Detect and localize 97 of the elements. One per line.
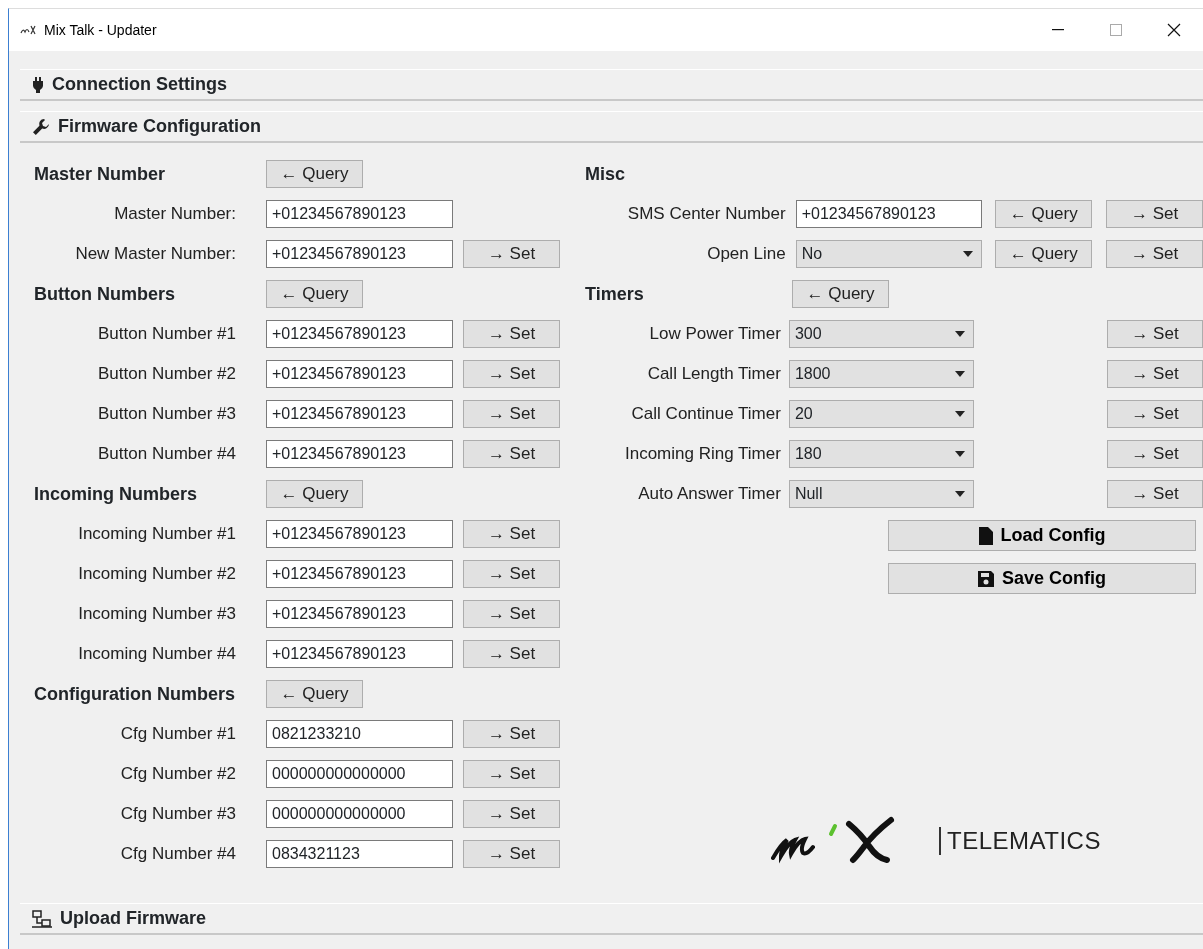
query-button[interactable]: ← Query [995, 200, 1093, 228]
field-label: New Master Number: [74, 243, 236, 266]
group-heading: Button Numbers [34, 282, 176, 306]
field-label: Open Line [706, 243, 786, 266]
number-field[interactable]: +01234567890123 [266, 440, 453, 468]
field-label: Button Number #1 [97, 323, 236, 346]
caret-icon [963, 251, 974, 257]
timer-dropdown[interactable]: 300 [788, 320, 975, 348]
query-button[interactable]: ← Query [266, 680, 363, 708]
save-icon [978, 570, 994, 587]
timer-dropdown[interactable]: 180 [788, 440, 975, 468]
field-label: Call Continue Timer [630, 403, 781, 426]
app-logo-icon [20, 25, 36, 35]
number-field[interactable]: +01234567890123 [795, 200, 983, 228]
field-label: Cfg Number #1 [119, 723, 236, 746]
query-button[interactable]: ← Query [995, 240, 1093, 268]
field-label: Button Number #2 [97, 363, 236, 386]
field-label: Incoming Number #1 [77, 523, 236, 546]
number-field[interactable]: +01234567890123 [266, 640, 453, 668]
group-heading: Incoming Numbers [34, 482, 199, 506]
set-button[interactable]: → Set [463, 520, 560, 548]
caret-icon [955, 491, 966, 497]
set-button[interactable]: → Set [463, 600, 560, 628]
field-label: SMS Center Number [626, 203, 786, 226]
query-button[interactable]: ← Query [266, 480, 363, 508]
field-label: Cfg Number #2 [119, 763, 236, 786]
set-button[interactable]: → Set [463, 240, 560, 268]
set-button[interactable]: → Set [463, 360, 560, 388]
field-label: Incoming Number #4 [77, 643, 236, 666]
field-label: Incoming Number #2 [77, 563, 236, 586]
set-button[interactable]: → Set [1107, 320, 1203, 348]
set-button[interactable]: → Set [463, 760, 560, 788]
logo-text: TELEMATICS [939, 827, 1101, 855]
set-button[interactable]: → Set [1106, 240, 1203, 268]
field-label: Cfg Number #3 [119, 803, 236, 826]
number-field[interactable]: +01234567890123 [266, 520, 453, 548]
timer-dropdown[interactable]: Null [788, 480, 975, 508]
config-button[interactable]: Save Config [888, 563, 1196, 594]
set-button[interactable]: → Set [463, 560, 560, 588]
field-label: Incoming Number #3 [77, 603, 236, 626]
number-field[interactable]: +01234567890123 [266, 360, 453, 388]
field-label: Cfg Number #4 [119, 843, 236, 866]
set-button[interactable]: → Set [463, 800, 560, 828]
section-header[interactable]: Connection Settings [20, 69, 1203, 101]
group-heading: Configuration Numbers [34, 682, 236, 706]
caret-icon [955, 451, 966, 457]
set-button[interactable]: → Set [1107, 360, 1203, 388]
group-heading: Misc [585, 162, 627, 186]
field-label: Button Number #3 [97, 403, 236, 426]
minimize-icon [1052, 29, 1064, 31]
number-field[interactable]: 0834321123 [266, 840, 453, 868]
field-label: Call Length Timer [646, 363, 781, 386]
caret-icon [955, 371, 966, 377]
network-icon [32, 909, 52, 928]
timer-dropdown[interactable]: 1800 [788, 360, 975, 388]
maximize-icon [1110, 24, 1122, 36]
set-button[interactable]: → Set [1107, 480, 1203, 508]
field-label: Low Power Timer [648, 323, 781, 346]
set-button[interactable]: → Set [463, 400, 560, 428]
timer-dropdown[interactable]: 20 [788, 400, 975, 428]
wrench-icon [32, 117, 50, 136]
field-label: Incoming Ring Timer [624, 443, 781, 466]
number-field[interactable]: 000000000000000 [266, 760, 453, 788]
close-icon [1167, 23, 1181, 37]
set-button[interactable]: → Set [1107, 400, 1203, 428]
set-button[interactable]: → Set [463, 840, 560, 868]
number-field[interactable]: +01234567890123 [266, 600, 453, 628]
number-field[interactable]: 0821233210 [266, 720, 453, 748]
set-button[interactable]: → Set [463, 320, 560, 348]
group-heading: Timers [585, 282, 645, 306]
set-button[interactable]: → Set [463, 720, 560, 748]
number-field[interactable]: +01234567890123 [266, 200, 453, 228]
caret-icon [955, 331, 966, 337]
number-field[interactable]: +01234567890123 [266, 400, 453, 428]
field-label: Button Number #4 [97, 443, 236, 466]
set-button[interactable]: → Set [463, 440, 560, 468]
caret-icon [955, 411, 966, 417]
open-line-dropdown[interactable]: No [795, 240, 983, 268]
section-header[interactable]: Firmware Configuration [20, 111, 1203, 143]
field-label: Auto Answer Timer [637, 483, 781, 506]
set-button[interactable]: → Set [1106, 200, 1203, 228]
query-button[interactable]: ← Query [266, 280, 363, 308]
window-title: Mix Talk - Updater [44, 20, 157, 40]
number-field[interactable]: 000000000000000 [266, 800, 453, 828]
plug-icon [32, 76, 44, 93]
set-button[interactable]: → Set [1107, 440, 1203, 468]
section-header[interactable]: Upload Firmware [20, 903, 1203, 935]
number-field[interactable]: +01234567890123 [266, 560, 453, 588]
number-field[interactable]: +01234567890123 [266, 240, 453, 268]
field-label: Master Number: [113, 203, 236, 226]
config-button[interactable]: Load Config [888, 520, 1196, 551]
query-button[interactable]: ← Query [266, 160, 363, 188]
set-button[interactable]: → Set [463, 640, 560, 668]
file-icon [978, 526, 993, 545]
number-field[interactable]: +01234567890123 [266, 320, 453, 348]
query-button[interactable]: ← Query [792, 280, 889, 308]
group-heading: Master Number [34, 162, 167, 186]
